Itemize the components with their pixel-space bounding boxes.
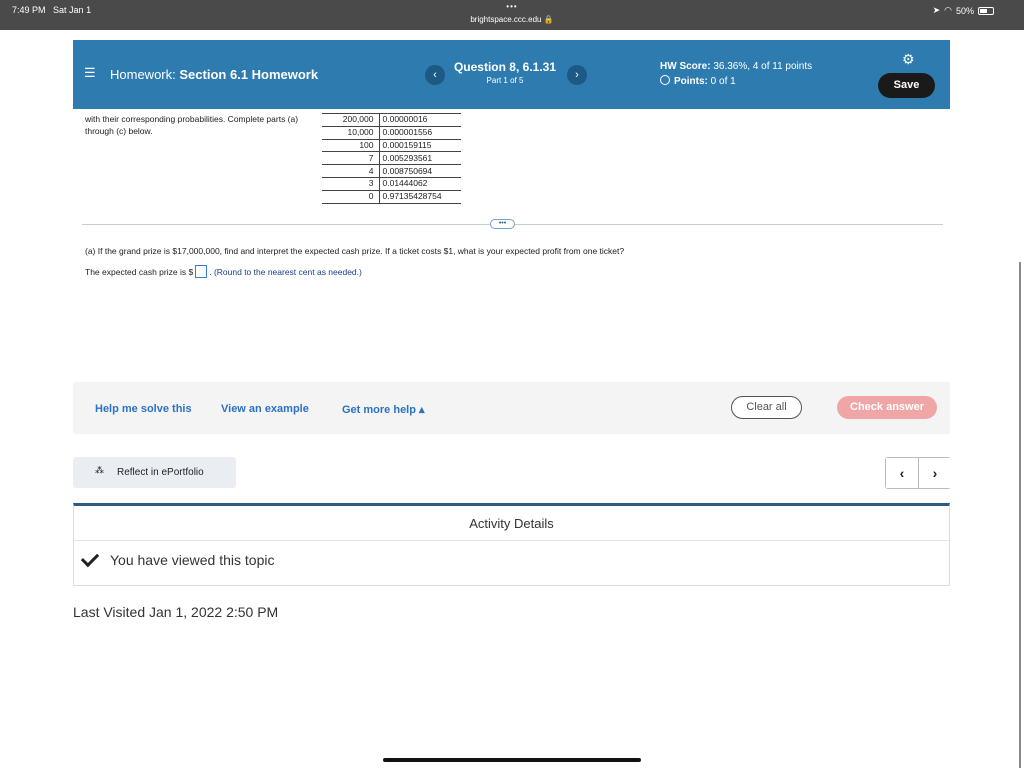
problem-intro: with their corresponding probabilities. …	[85, 114, 299, 136]
homework-title: Homework: Section 6.1 Homework	[110, 67, 319, 82]
location-icon: ➤	[932, 5, 941, 15]
wifi-icon: ◠	[944, 5, 952, 15]
prize-probability: 0.00000016	[378, 113, 461, 127]
menu-icon[interactable]: ☰	[84, 65, 96, 81]
hw-score: HW Score: 36.36%, 4 of 11 points	[660, 61, 813, 72]
table-row: 10,000 0.000001556	[322, 125, 461, 140]
answer-prefix: The expected cash prize is $	[85, 266, 194, 277]
view-example-link[interactable]: View an example	[221, 403, 309, 415]
topic-pager: ‹ ›	[885, 457, 951, 489]
answer-suffix: .	[209, 266, 212, 277]
battery-percent: 50%	[955, 5, 974, 16]
viewed-text: You have viewed this topic	[110, 552, 275, 568]
help-bar: Help me solve this View an example Get m…	[73, 382, 950, 434]
prize-probability: 0.000001556	[378, 125, 461, 140]
url-text[interactable]: brightspace.ccc.edu 🔒	[0, 15, 1024, 24]
probability-table: 200,000 0.00000016 10,000 0.000001556 100 0.0…	[322, 113, 461, 204]
prize-value: 200,000	[322, 113, 379, 127]
checkmark-icon	[80, 548, 100, 568]
home-indicator[interactable]	[383, 758, 641, 762]
last-visited: Last Visited Jan 1, 2022 2:50 PM	[73, 604, 279, 620]
get-more-help-link[interactable]: Get more help ▴	[342, 403, 425, 416]
points: Points: 0 of 1	[660, 75, 736, 87]
next-question-button[interactable]: ›	[567, 65, 587, 85]
prize-value: 10,000	[322, 125, 379, 140]
next-topic-button[interactable]: ›	[919, 458, 951, 488]
prize-value: 3	[322, 176, 379, 191]
prize-probability: 0.005293561	[378, 151, 461, 165]
part-a-question: (a) If the grand prize is $17,000,000, f…	[85, 246, 625, 256]
question-title: Question 8, 6.1.31	[453, 60, 557, 74]
check-answer-button[interactable]: Check answer	[837, 396, 937, 419]
prize-probability: 0.97135428754	[378, 189, 461, 204]
homework-header: ☰ Homework: Section 6.1 Homework ‹ Quest…	[73, 40, 950, 109]
prev-topic-button[interactable]: ‹	[886, 458, 919, 488]
scrollbar[interactable]	[1019, 262, 1021, 768]
prize-probability: 0.01444062	[378, 176, 461, 191]
expand-more-button[interactable]: •••	[490, 219, 515, 229]
table-row: 0 0.97135428754	[322, 189, 461, 204]
question-part: Part 1 of 5	[486, 76, 524, 85]
prize-value: 4	[322, 164, 379, 178]
status-bar: 7:49 PM Sat Jan 1 ••• brightspace.ccc.ed…	[0, 0, 1024, 30]
table-row: 3 0.01444062	[322, 176, 461, 191]
viewed-status: You have viewed this topic	[80, 548, 275, 568]
status-icons: ➤ ◠ 50%	[933, 5, 994, 16]
answer-input[interactable]	[195, 265, 208, 278]
table-row: 4 0.008750694	[322, 164, 461, 178]
save-button[interactable]: Save	[878, 73, 935, 98]
activity-details: Activity Details You have viewed this to…	[73, 503, 950, 586]
prize-probability: 0.000159115	[378, 138, 461, 152]
help-me-solve-link[interactable]: Help me solve this	[95, 403, 192, 415]
answer-hint: (Round to the nearest cent as needed.)	[213, 266, 362, 277]
activity-title[interactable]: Activity Details	[74, 506, 949, 541]
reflect-eportfolio-button[interactable]: ⁂ Reflect in ePortfolio	[73, 457, 236, 488]
table-row: 100 0.000159115	[322, 138, 461, 152]
prize-value: 100	[322, 138, 379, 152]
gear-icon[interactable]: ⚙	[902, 51, 915, 68]
points-circle-icon	[660, 75, 670, 85]
table-row: 7 0.005293561	[322, 151, 461, 165]
clear-all-button[interactable]: Clear all	[731, 396, 802, 419]
reflect-label: Reflect in ePortfolio	[117, 467, 204, 478]
prize-value: 7	[322, 151, 379, 165]
table-row: 200,000 0.00000016	[322, 113, 461, 127]
prize-value: 0	[322, 189, 379, 204]
prev-question-button[interactable]: ‹	[425, 65, 445, 85]
battery-icon	[978, 6, 994, 15]
portfolio-icon: ⁂	[95, 465, 104, 475]
tab-dots[interactable]: •••	[0, 2, 1024, 11]
answer-line: The expected cash prize is $ . (Round to…	[85, 265, 362, 278]
prize-probability: 0.008750694	[378, 164, 461, 178]
